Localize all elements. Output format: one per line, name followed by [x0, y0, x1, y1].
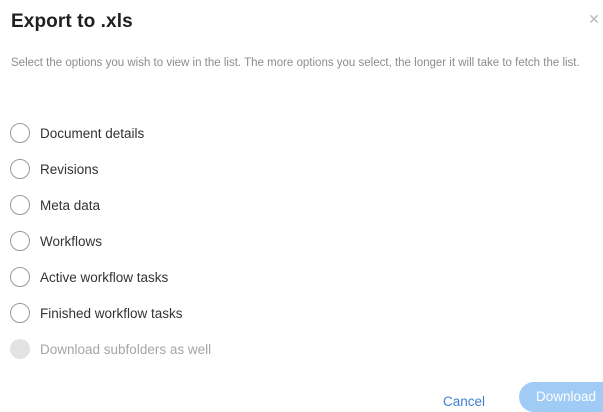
radio-button[interactable]	[10, 231, 30, 251]
dialog-title: Export to .xls	[11, 11, 133, 32]
download-button[interactable]: Download	[519, 382, 603, 412]
export-dialog: Export to .xls ✕ Select the options you …	[0, 0, 603, 412]
option-download-subfolders: Download subfolders as well	[10, 331, 211, 367]
option-label: Finished workflow tasks	[40, 305, 183, 321]
option-label: Document details	[40, 125, 145, 141]
radio-button[interactable]	[10, 159, 30, 179]
option-label: Workflows	[40, 233, 103, 249]
export-options-list: Document details Revisions Meta data Wor…	[10, 115, 211, 367]
radio-button-disabled	[10, 339, 30, 359]
option-meta-data[interactable]: Meta data	[10, 187, 211, 223]
cancel-button[interactable]: Cancel	[443, 394, 485, 409]
radio-button[interactable]	[10, 267, 30, 287]
close-icon[interactable]: ✕	[588, 12, 600, 26]
option-label: Download subfolders as well	[40, 341, 212, 357]
option-finished-workflow-tasks[interactable]: Finished workflow tasks	[10, 295, 211, 331]
option-revisions[interactable]: Revisions	[10, 151, 211, 187]
option-document-details[interactable]: Document details	[10, 115, 211, 151]
option-label: Active workflow tasks	[40, 269, 169, 285]
dialog-description: Select the options you wish to view in t…	[11, 57, 580, 69]
radio-button[interactable]	[10, 303, 30, 323]
option-label: Meta data	[40, 197, 101, 213]
radio-button[interactable]	[10, 123, 30, 143]
option-active-workflow-tasks[interactable]: Active workflow tasks	[10, 259, 211, 295]
option-label: Revisions	[40, 161, 99, 177]
option-workflows[interactable]: Workflows	[10, 223, 211, 259]
radio-button[interactable]	[10, 195, 30, 215]
